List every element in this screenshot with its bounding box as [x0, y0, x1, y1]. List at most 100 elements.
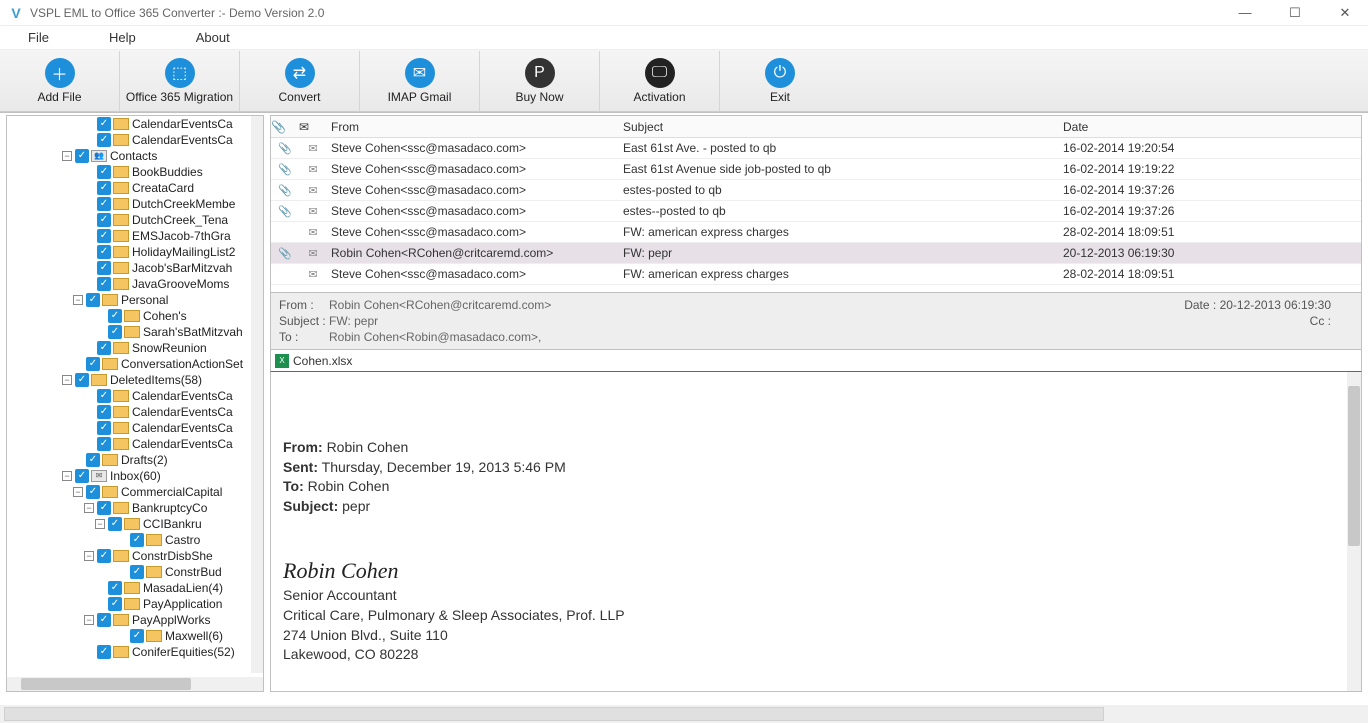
tree-node[interactable]: −✓Personal: [7, 292, 251, 308]
checkbox-icon[interactable]: ✓: [108, 581, 122, 595]
tree-node[interactable]: ✓CreataCard: [7, 180, 251, 196]
checkbox-icon[interactable]: ✓: [75, 469, 89, 483]
checkbox-icon[interactable]: ✓: [97, 341, 111, 355]
checkbox-icon[interactable]: ✓: [75, 373, 89, 387]
tree-node[interactable]: ✓Sarah'sBatMitzvah: [7, 324, 251, 340]
tree-node[interactable]: ✓MasadaLien(4): [7, 580, 251, 596]
checkbox-icon[interactable]: ✓: [97, 277, 111, 291]
checkbox-icon[interactable]: ✓: [86, 357, 100, 371]
col-attachment[interactable]: 📎: [271, 120, 299, 134]
checkbox-icon[interactable]: ✓: [97, 261, 111, 275]
col-envelope[interactable]: ✉: [299, 120, 327, 134]
close-button[interactable]: ✕: [1330, 5, 1360, 21]
expand-toggle[interactable]: −: [73, 295, 83, 305]
menu-about[interactable]: About: [196, 30, 230, 45]
checkbox-icon[interactable]: ✓: [97, 181, 111, 195]
attachment-bar[interactable]: X Cohen.xlsx: [270, 350, 1362, 372]
checkbox-icon[interactable]: ✓: [130, 565, 144, 579]
expand-toggle[interactable]: −: [62, 375, 72, 385]
tree-node[interactable]: −✓👥Contacts: [7, 148, 251, 164]
tree-node[interactable]: −✓CommercialCapital: [7, 484, 251, 500]
checkbox-icon[interactable]: ✓: [97, 613, 111, 627]
checkbox-icon[interactable]: ✓: [97, 645, 111, 659]
checkbox-icon[interactable]: ✓: [86, 293, 100, 307]
tree-node[interactable]: ✓JavaGrooveMoms: [7, 276, 251, 292]
checkbox-icon[interactable]: ✓: [97, 421, 111, 435]
tree-node[interactable]: ✓DutchCreek_Tena: [7, 212, 251, 228]
expand-toggle[interactable]: −: [73, 487, 83, 497]
message-row[interactable]: 📎✉Steve Cohen<ssc@masadaco.com>estes--po…: [271, 201, 1361, 222]
expand-toggle[interactable]: −: [62, 471, 72, 481]
tree-node[interactable]: ✓CalendarEventsCa: [7, 116, 251, 132]
tree-node[interactable]: ✓CalendarEventsCa: [7, 420, 251, 436]
checkbox-icon[interactable]: ✓: [108, 325, 122, 339]
col-from[interactable]: From: [327, 120, 619, 134]
expand-toggle[interactable]: −: [84, 503, 94, 513]
tree-node[interactable]: ✓CalendarEventsCa: [7, 388, 251, 404]
expand-toggle[interactable]: −: [84, 551, 94, 561]
tree-node[interactable]: ✓ConiferEquities(52): [7, 644, 251, 660]
tree-node[interactable]: ✓Cohen's: [7, 308, 251, 324]
tree-node[interactable]: ✓Drafts(2): [7, 452, 251, 468]
tree-node[interactable]: ✓CalendarEventsCa: [7, 436, 251, 452]
message-row[interactable]: ✉Steve Cohen<ssc@masadaco.com>FW: americ…: [271, 222, 1361, 243]
checkbox-icon[interactable]: ✓: [86, 485, 100, 499]
preview-vscroll[interactable]: [1347, 372, 1361, 691]
statusbar-scroll[interactable]: [4, 707, 1104, 721]
minimize-button[interactable]: ―: [1230, 5, 1260, 21]
o365-migration-button[interactable]: ⬚Office 365 Migration: [120, 51, 240, 111]
checkbox-icon[interactable]: ✓: [97, 229, 111, 243]
tree-node[interactable]: ✓DutchCreekMembe: [7, 196, 251, 212]
checkbox-icon[interactable]: ✓: [108, 309, 122, 323]
tree-node[interactable]: −✓ConstrDisbShe: [7, 548, 251, 564]
tree-node[interactable]: −✓BankruptcyCo: [7, 500, 251, 516]
imap-gmail-button[interactable]: ✉IMAP Gmail: [360, 51, 480, 111]
expand-toggle[interactable]: −: [84, 615, 94, 625]
tree-vscroll[interactable]: [251, 116, 263, 673]
tree-node[interactable]: ✓PayApplication: [7, 596, 251, 612]
attachment-name[interactable]: Cohen.xlsx: [293, 354, 352, 368]
checkbox-icon[interactable]: ✓: [97, 117, 111, 131]
message-row[interactable]: 📎✉Steve Cohen<ssc@masadaco.com>East 61st…: [271, 138, 1361, 159]
menu-file[interactable]: File: [28, 30, 49, 45]
checkbox-icon[interactable]: ✓: [97, 197, 111, 211]
col-subject[interactable]: Subject: [619, 120, 1059, 134]
checkbox-icon[interactable]: ✓: [108, 597, 122, 611]
tree-node[interactable]: ✓Maxwell(6): [7, 628, 251, 644]
tree-node[interactable]: ✓ConstrBud: [7, 564, 251, 580]
checkbox-icon[interactable]: ✓: [86, 453, 100, 467]
tree-node[interactable]: ✓CalendarEventsCa: [7, 404, 251, 420]
checkbox-icon[interactable]: ✓: [75, 149, 89, 163]
tree-node[interactable]: −✓CCIBankru: [7, 516, 251, 532]
message-row[interactable]: ✉Steve Cohen<ssc@masadaco.com>FW: americ…: [271, 264, 1361, 285]
checkbox-icon[interactable]: ✓: [97, 501, 111, 515]
tree-node[interactable]: ✓Jacob'sBarMitzvah: [7, 260, 251, 276]
maximize-button[interactable]: ☐: [1280, 5, 1310, 21]
tree-node[interactable]: ✓ConversationActionSet: [7, 356, 251, 372]
buy-now-button[interactable]: PBuy Now: [480, 51, 600, 111]
checkbox-icon[interactable]: ✓: [97, 213, 111, 227]
checkbox-icon[interactable]: ✓: [97, 405, 111, 419]
checkbox-icon[interactable]: ✓: [97, 437, 111, 451]
tree-node[interactable]: ✓SnowReunion: [7, 340, 251, 356]
activation-button[interactable]: 🖵Activation: [600, 51, 720, 111]
tree-hscroll[interactable]: [7, 677, 263, 691]
checkbox-icon[interactable]: ✓: [97, 133, 111, 147]
tree-node[interactable]: ✓CalendarEventsCa: [7, 132, 251, 148]
checkbox-icon[interactable]: ✓: [130, 533, 144, 547]
message-row[interactable]: 📎✉Steve Cohen<ssc@masadaco.com>East 61st…: [271, 159, 1361, 180]
menu-help[interactable]: Help: [109, 30, 136, 45]
checkbox-icon[interactable]: ✓: [97, 245, 111, 259]
tree-node[interactable]: −✓PayApplWorks: [7, 612, 251, 628]
checkbox-icon[interactable]: ✓: [130, 629, 144, 643]
col-date[interactable]: Date: [1059, 120, 1361, 134]
tree-node[interactable]: −✓DeletedItems(58): [7, 372, 251, 388]
expand-toggle[interactable]: −: [62, 151, 72, 161]
tree-node[interactable]: ✓EMSJacob-7thGra: [7, 228, 251, 244]
message-row[interactable]: 📎✉Steve Cohen<ssc@masadaco.com>estes-pos…: [271, 180, 1361, 201]
exit-button[interactable]: ⏻Exit: [720, 51, 840, 111]
message-row[interactable]: 📎✉Robin Cohen<RCohen@critcaremd.com>FW: …: [271, 243, 1361, 264]
tree-node[interactable]: ✓Castro: [7, 532, 251, 548]
tree-node[interactable]: ✓HolidayMailingList2: [7, 244, 251, 260]
checkbox-icon[interactable]: ✓: [97, 549, 111, 563]
